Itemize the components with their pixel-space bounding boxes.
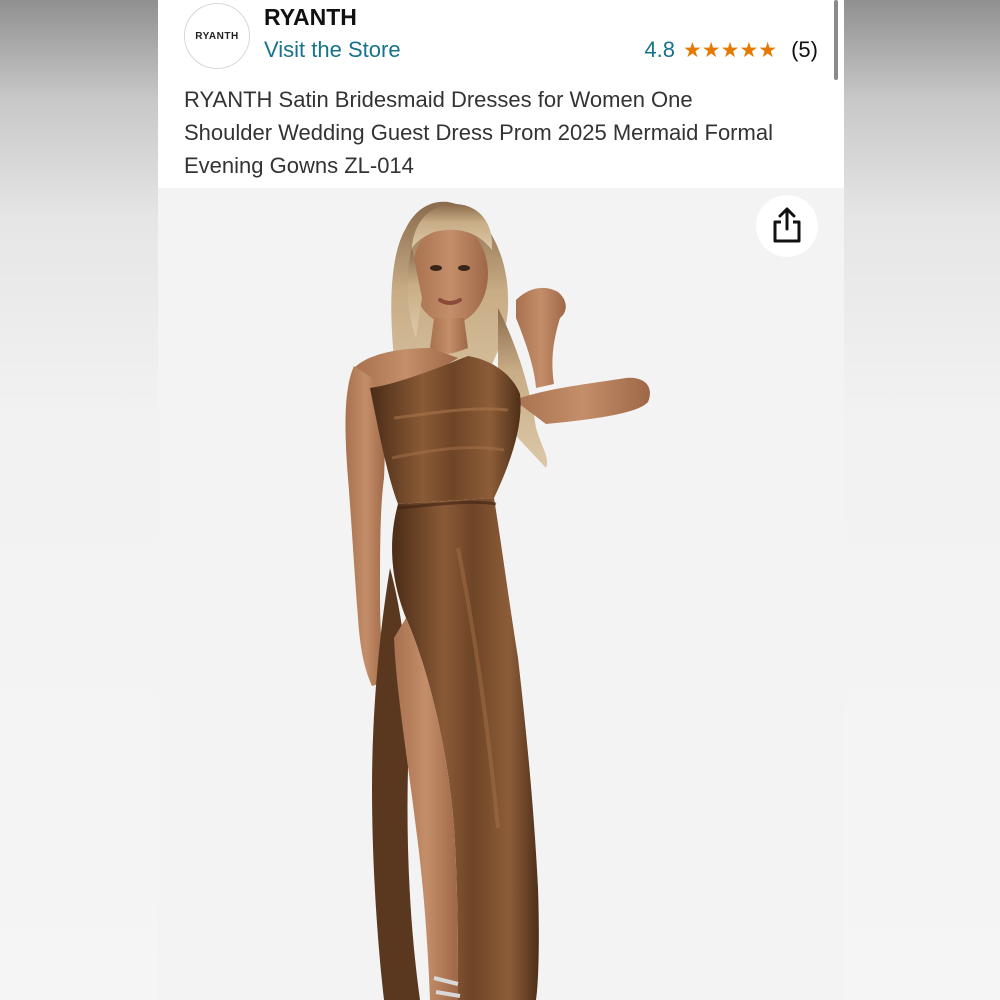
dress-photo (345, 201, 650, 1000)
product-header: RYANTH RYANTH Visit the Store 4.8 ★ ★ ★ … (158, 0, 844, 188)
star-icon: ★ (758, 38, 778, 62)
share-icon (773, 207, 801, 243)
scrollbar[interactable] (834, 0, 838, 80)
rating-count: (5) (791, 37, 818, 62)
visit-store-link[interactable]: Visit the Store (264, 37, 401, 63)
store-name[interactable]: RYANTH (264, 4, 357, 31)
store-logo-text: RYANTH (195, 30, 239, 42)
star-icon: ★ (701, 38, 721, 62)
rating-stars: ★ ★ ★ ★ ★ (683, 40, 777, 61)
product-screen: RYANTH RYANTH Visit the Store 4.8 ★ ★ ★ … (158, 0, 844, 1000)
rating-summary[interactable]: 4.8 ★ ★ ★ ★ ★ (5) (644, 37, 818, 63)
background-right (844, 0, 1000, 1000)
star-icon: ★ (682, 38, 702, 62)
store-logo[interactable]: RYANTH (184, 3, 250, 69)
background-left (0, 0, 158, 1000)
product-image[interactable] (158, 188, 844, 1000)
product-title: RYANTH Satin Bridesmaid Dresses for Wome… (184, 87, 773, 178)
star-icon: ★ (720, 38, 740, 62)
rating-value: 4.8 (644, 37, 675, 62)
star-icon: ★ (739, 38, 759, 62)
share-button[interactable] (756, 195, 818, 257)
